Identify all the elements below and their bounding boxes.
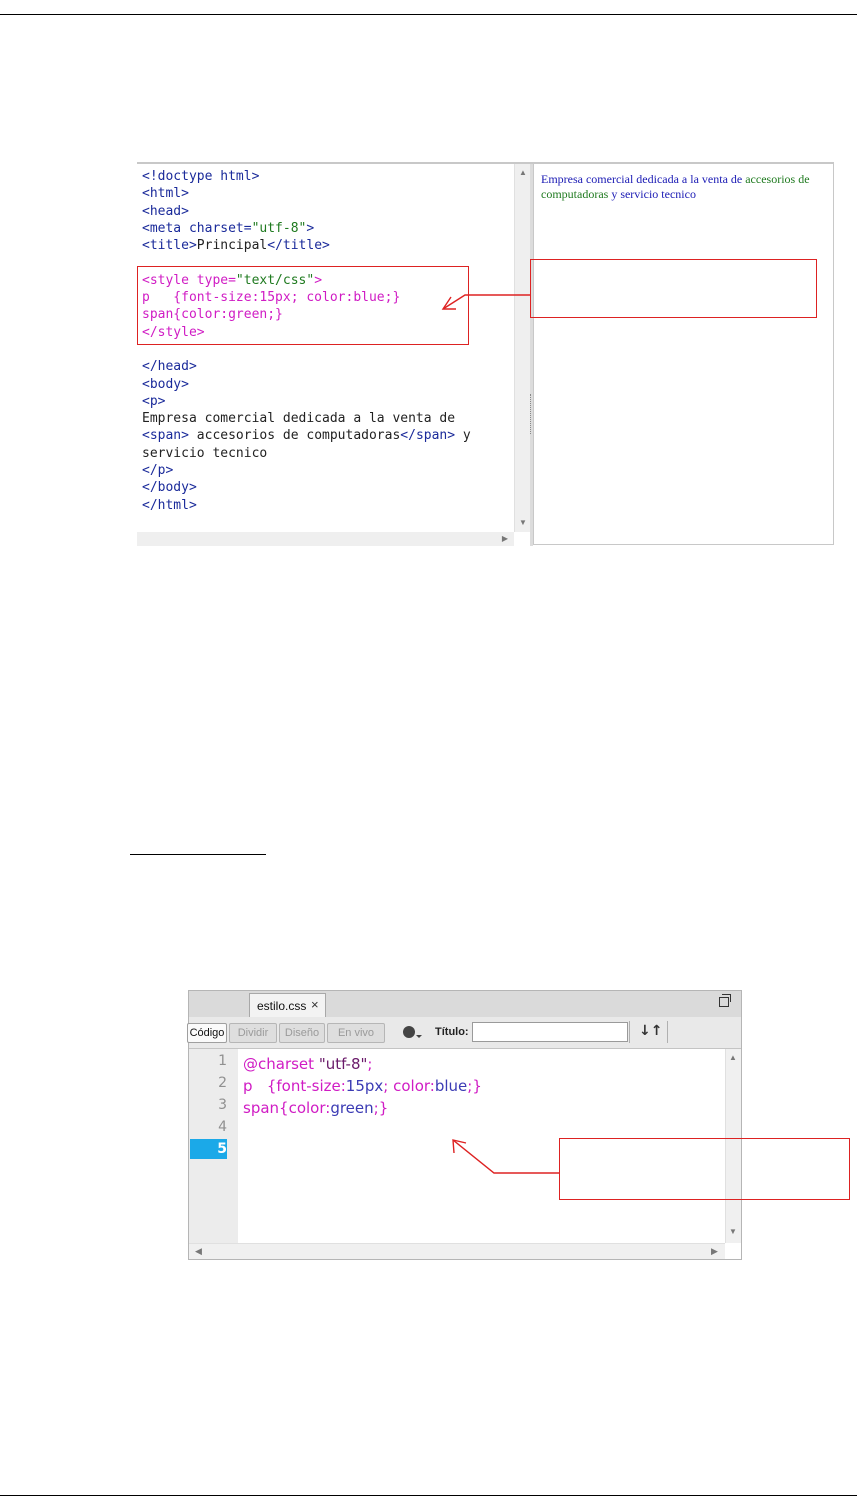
arrow-to-style-block: [442, 294, 530, 310]
arrow-to-css-code: [452, 1139, 559, 1174]
annotation-arrows: [441, 294, 559, 1174]
footer-rule: [0, 1495, 857, 1496]
arrow-head: [441, 296, 456, 310]
